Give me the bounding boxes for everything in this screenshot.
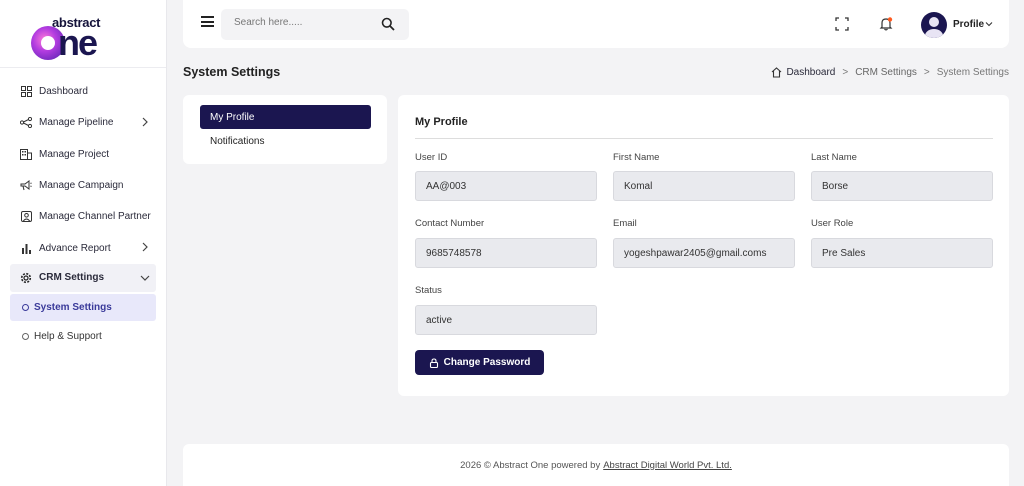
sidebar-item-label: Manage Campaign xyxy=(39,180,124,192)
sidebar-item-label: Manage Pipeline xyxy=(39,117,114,129)
email-label: Email xyxy=(613,218,637,229)
lock-icon xyxy=(429,357,438,368)
share-icon xyxy=(20,117,32,129)
brand-big-text: ne xyxy=(58,21,98,63)
sidebar-subitem-label: Help & Support xyxy=(34,330,102,342)
contact-number-label: Contact Number xyxy=(415,218,485,229)
settings-tab-card: My Profile Notifications xyxy=(183,95,387,164)
search-box xyxy=(221,9,409,40)
chevron-right-icon xyxy=(142,243,148,252)
breadcrumb-crm-settings[interactable]: CRM Settings xyxy=(855,67,917,78)
status-field[interactable]: active xyxy=(415,305,597,335)
breadcrumb-dashboard[interactable]: Dashboard xyxy=(786,67,835,78)
user-square-icon xyxy=(20,211,32,223)
sidebar-item-manage-project[interactable]: Manage Project xyxy=(0,139,156,170)
search-input[interactable] xyxy=(234,17,374,28)
chevron-down-icon[interactable] xyxy=(985,20,993,28)
first-name-field[interactable]: Komal xyxy=(613,171,795,201)
brand-logo: abstract ne xyxy=(28,6,138,63)
bell-icon[interactable] xyxy=(879,17,893,31)
status-label: Status xyxy=(415,285,442,296)
user-id-label: User ID xyxy=(415,152,448,163)
building-icon xyxy=(20,148,32,160)
breadcrumb: Dashboard > CRM Settings > System Settin… xyxy=(771,67,1009,78)
home-icon[interactable] xyxy=(771,67,782,78)
last-name-field[interactable]: Borse xyxy=(811,171,993,201)
chevron-down-icon xyxy=(140,275,150,281)
sidebar-subitem-label: System Settings xyxy=(34,301,112,313)
footer-text: 2026 © Abstract One powered by xyxy=(460,459,601,471)
sidebar-subitem-help-support[interactable]: Help & Support xyxy=(10,323,156,350)
gear-icon xyxy=(20,272,32,284)
sidebar-item-label: Advance Report xyxy=(39,242,111,254)
tab-notifications[interactable]: Notifications xyxy=(200,129,371,153)
sidebar-item-label: Manage Channel Partner xyxy=(39,211,151,223)
user-role-field[interactable]: Pre Sales xyxy=(811,238,993,268)
logo[interactable]: abstract ne xyxy=(0,0,166,68)
fullscreen-icon[interactable] xyxy=(835,17,849,31)
sidebar-item-label: Manage Project xyxy=(39,148,110,160)
sidebar-item-dashboard[interactable]: Dashboard xyxy=(0,76,156,107)
circle-bullet-icon xyxy=(22,303,29,311)
search-icon[interactable] xyxy=(381,17,395,31)
sidebar-nav: Dashboard Manage Pipeline Manage Project… xyxy=(0,68,166,292)
sidebar-subitem-system-settings[interactable]: System Settings xyxy=(10,293,156,321)
circle-bullet-icon xyxy=(22,332,29,340)
first-name-label: First Name xyxy=(613,152,660,163)
chevron-right-icon xyxy=(142,117,148,127)
tab-my-profile[interactable]: My Profile xyxy=(200,105,371,129)
hamburger-menu-icon[interactable] xyxy=(201,16,214,27)
page-title: System Settings xyxy=(183,65,281,79)
bar-chart-icon xyxy=(20,242,32,254)
sidebar-item-manage-pipeline[interactable]: Manage Pipeline xyxy=(0,107,156,138)
sidebar-item-advance-report[interactable]: Advance Report xyxy=(0,232,156,263)
sidebar: abstract ne Dashboard Manage Pipeline Ma… xyxy=(0,0,167,486)
top-header: Profile xyxy=(183,0,1009,48)
sidebar-item-label: CRM Settings xyxy=(39,272,104,284)
last-name-label: Last Name xyxy=(811,152,857,163)
user-id-field[interactable]: AA@003 xyxy=(415,171,597,201)
breadcrumb-separator: > xyxy=(842,67,849,78)
email-field[interactable]: yogeshpawar2405@gmail.coms xyxy=(613,238,795,268)
user-role-label: User Role xyxy=(811,218,854,229)
profile-label[interactable]: Profile xyxy=(953,19,984,30)
sidebar-item-manage-campaign[interactable]: Manage Campaign xyxy=(0,170,156,201)
sidebar-item-label: Dashboard xyxy=(39,86,88,98)
grid-icon xyxy=(20,86,32,98)
sidebar-item-crm-settings[interactable]: CRM Settings xyxy=(10,263,156,292)
divider xyxy=(415,138,993,139)
breadcrumb-separator: > xyxy=(923,67,930,78)
sidebar-item-manage-channel-partner[interactable]: Manage Channel Partner xyxy=(0,201,156,232)
change-password-button[interactable]: Change Password xyxy=(415,350,544,375)
footer: 2026 © Abstract One powered by Abstract … xyxy=(183,444,1009,486)
footer-company-link[interactable]: Abstract Digital World Pvt. Ltd. xyxy=(603,460,732,471)
card-title: My Profile xyxy=(415,116,468,128)
avatar[interactable] xyxy=(921,12,947,38)
profile-card: My Profile User ID AA@003 First Name Kom… xyxy=(398,95,1009,396)
megaphone-icon xyxy=(20,180,32,192)
breadcrumb-system-settings: System Settings xyxy=(936,67,1009,78)
contact-number-field[interactable]: 9685748578 xyxy=(415,238,597,268)
change-password-label: Change Password xyxy=(443,357,531,368)
